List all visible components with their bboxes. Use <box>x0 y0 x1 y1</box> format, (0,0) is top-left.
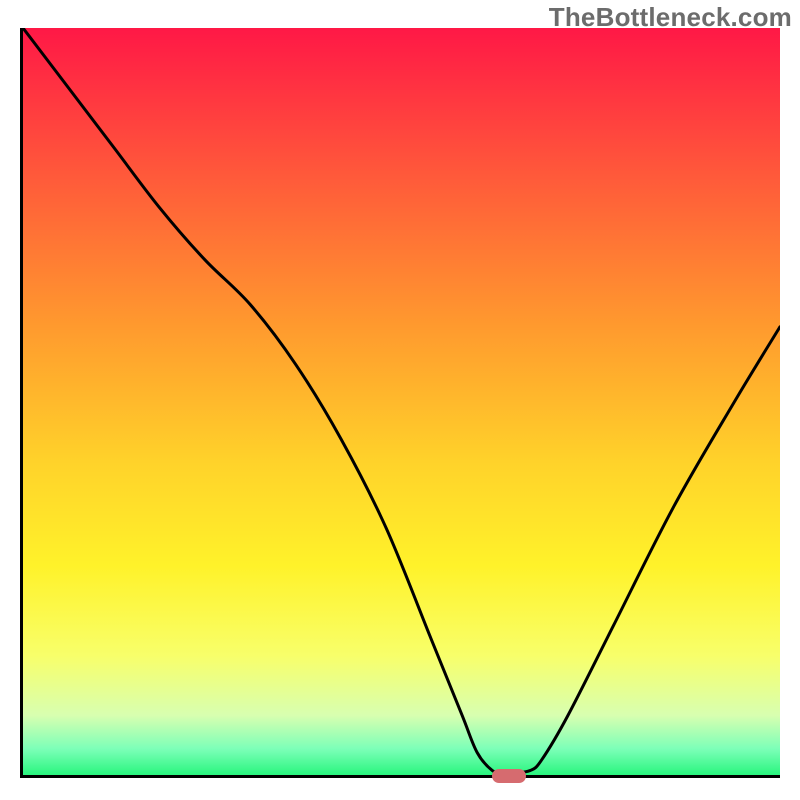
watermark-text: TheBottleneck.com <box>549 2 792 33</box>
bottleneck-curve <box>23 28 780 775</box>
plot-area <box>20 28 780 778</box>
chart-frame: TheBottleneck.com <box>0 0 800 800</box>
minimum-marker <box>492 769 526 783</box>
